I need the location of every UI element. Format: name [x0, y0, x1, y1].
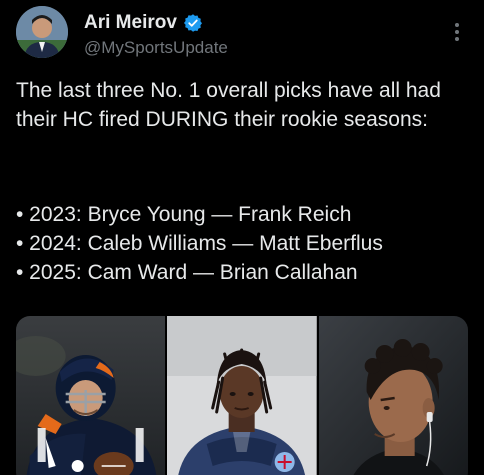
- display-name[interactable]: Ari Meirov: [84, 12, 177, 34]
- player-image: [16, 316, 166, 475]
- player-photo-2[interactable]: [167, 316, 317, 475]
- player-photo-1[interactable]: [16, 316, 166, 475]
- more-dot: [455, 30, 459, 34]
- tweet-text: The last three No. 1 overall picks have …: [16, 79, 441, 131]
- verified-badge-icon: [183, 14, 202, 32]
- author-info: Ari Meirov @MySportsUpdate: [84, 10, 228, 58]
- player-image: [167, 316, 317, 475]
- tweet-bullet-list: • 2023: Bryce Young — Frank Reich • 2024…: [16, 200, 472, 287]
- handle[interactable]: @MySportsUpdate: [84, 38, 228, 58]
- tweet: Ari Meirov @MySportsUpdate The last thre…: [0, 0, 484, 475]
- avatar[interactable]: [16, 6, 68, 58]
- media-grid[interactable]: [16, 316, 468, 475]
- tweet-header: Ari Meirov @MySportsUpdate: [16, 6, 468, 64]
- bullet-line: • 2023: Bryce Young — Frank Reich: [16, 203, 352, 226]
- player-image: [318, 316, 468, 475]
- player-photo-3[interactable]: [318, 316, 468, 475]
- bullet-line: • 2024: Caleb Williams — Matt Eberflus: [16, 232, 383, 255]
- more-dot: [455, 37, 459, 41]
- avatar-image: [16, 6, 68, 58]
- bullet-line: • 2025: Cam Ward — Brian Callahan: [16, 261, 358, 284]
- more-dot: [455, 23, 459, 27]
- more-options-icon[interactable]: [446, 20, 468, 44]
- name-row: Ari Meirov: [84, 10, 228, 36]
